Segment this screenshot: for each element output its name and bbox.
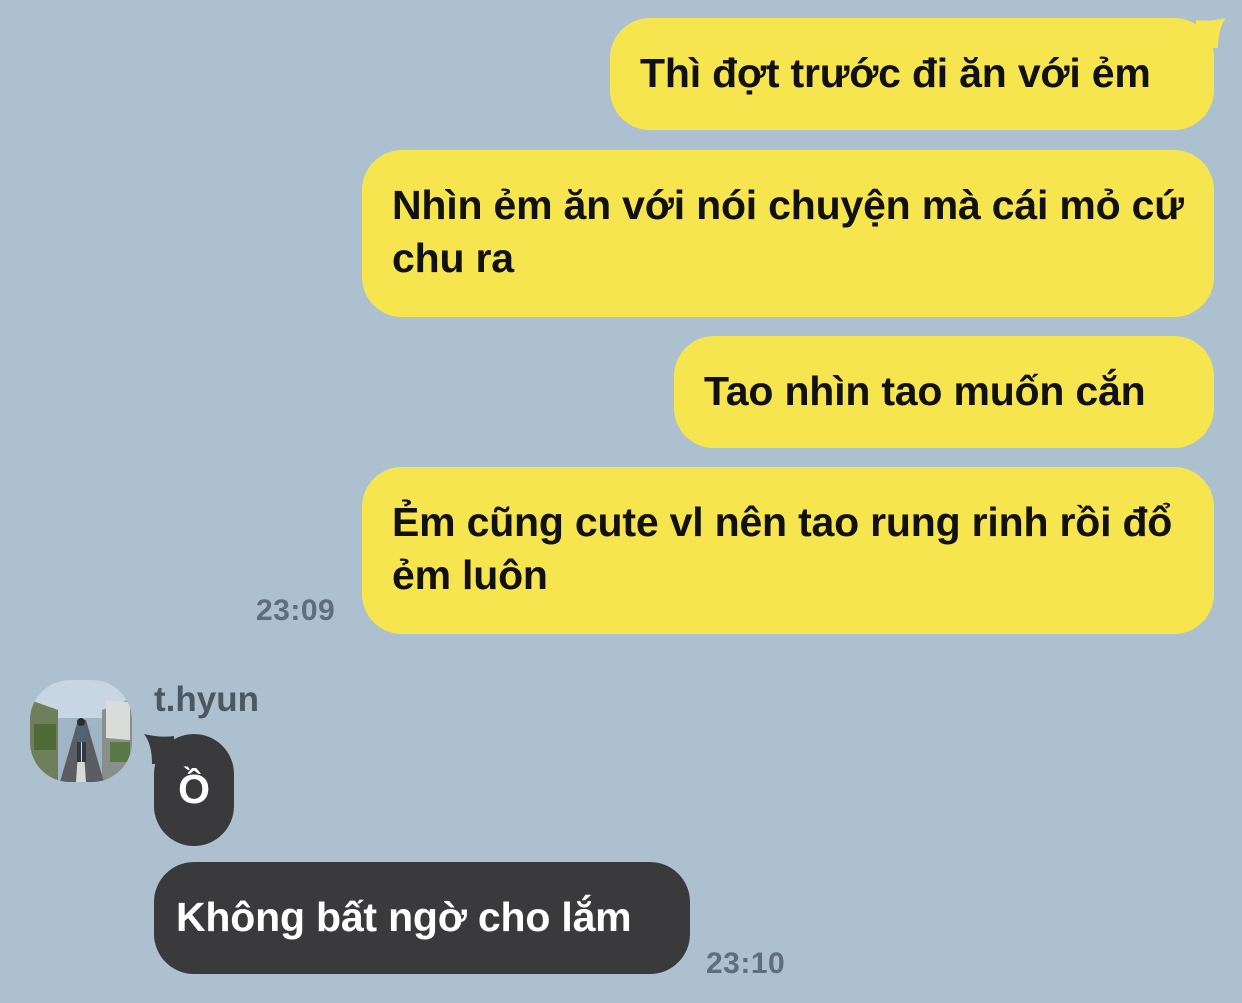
outgoing-message[interactable]: Thì đợt trước đi ăn với ẻm [610,18,1214,130]
sender-avatar[interactable] [30,680,132,782]
message-text: Nhìn ẻm ăn với nói chuyện mà cái mỏ cứ c… [392,182,1184,281]
message-text: Ồ [178,766,210,812]
message-text: Tao nhìn tao muốn cắn [704,368,1146,414]
outgoing-message[interactable]: Ẻm cũng cute vl nên tao rung rinh rồi đổ… [362,467,1214,634]
outgoing-message[interactable]: Nhìn ẻm ăn với nói chuyện mà cái mỏ cứ c… [362,150,1214,317]
incoming-message[interactable]: Ồ [154,734,234,846]
message-text: Không bất ngờ cho lắm [176,894,632,940]
message-timestamp: 23:09 [256,594,336,627]
message-text: Thì đợt trước đi ăn với ẻm [640,50,1151,96]
message-timestamp: 23:10 [706,947,786,980]
avatar-photo-icon [30,680,132,782]
message-text: Ẻm cũng cute vl nên tao rung rinh rồi đổ… [392,499,1173,598]
incoming-message[interactable]: Không bất ngờ cho lắm [154,862,690,974]
outgoing-message[interactable]: Tao nhìn tao muốn cắn [674,336,1214,448]
sender-name: t.hyun [154,680,259,719]
